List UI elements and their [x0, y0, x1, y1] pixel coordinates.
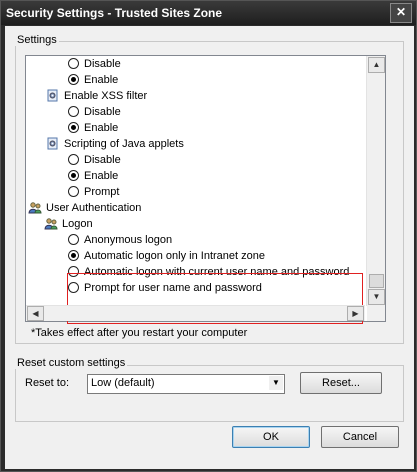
security-settings-dialog: Security Settings - Trusted Sites Zone ✕… — [0, 0, 417, 472]
option-label: Automatic logon only in Intranet zone — [84, 250, 266, 262]
scroll-thumb[interactable] — [369, 274, 384, 288]
settings-list[interactable]: Disable Enable Enable XSS filter Disable Ena… — [25, 55, 386, 324]
scroll-left-button[interactable]: ◀ — [27, 306, 44, 321]
category-label: User Authentication — [46, 202, 142, 214]
category-label: Scripting of Java applets — [64, 138, 184, 150]
reset-level-select[interactable]: Low (default) ▼ — [87, 374, 285, 394]
option-label: Enable — [84, 170, 119, 182]
chevron-down-icon[interactable]: ▼ — [269, 376, 283, 390]
option-label: Enable — [84, 74, 119, 86]
radio-unselected[interactable] — [68, 106, 79, 117]
scroll-up-button[interactable]: ▲ — [368, 57, 385, 73]
settings-category-icon — [46, 137, 60, 151]
restart-note: *Takes effect after you restart your com… — [31, 327, 248, 339]
cancel-button[interactable]: Cancel — [321, 426, 399, 448]
reset-group-label: Reset custom settings — [15, 357, 128, 369]
radio-unselected[interactable] — [68, 154, 79, 165]
radio-selected[interactable] — [68, 170, 79, 181]
option-label: Disable — [84, 106, 121, 118]
vertical-scrollbar[interactable]: ▲ ▼ — [366, 56, 385, 306]
category-label: Enable XSS filter — [64, 90, 148, 102]
option-label: Disable — [84, 154, 121, 166]
users-icon — [28, 201, 42, 215]
radio-selected[interactable] — [68, 74, 79, 85]
option-label: Enable — [84, 122, 119, 134]
category-label: Logon — [62, 218, 93, 230]
scrollbar-corner — [367, 306, 385, 321]
radio-selected[interactable] — [68, 122, 79, 133]
scroll-right-button[interactable]: ▶ — [347, 306, 364, 321]
reset-level-value: Low (default) — [91, 377, 155, 389]
radio-unselected[interactable] — [68, 186, 79, 197]
settings-tree: Disable Enable Enable XSS filter Disable Ena… — [26, 56, 365, 306]
option-label: Disable — [84, 58, 121, 70]
reset-button[interactable]: Reset... — [300, 372, 382, 394]
option-label: Prompt — [84, 186, 120, 198]
ok-button[interactable]: OK — [232, 426, 310, 448]
option-label: Anonymous logon — [84, 234, 173, 246]
radio-unselected[interactable] — [68, 234, 79, 245]
close-button[interactable]: ✕ — [390, 3, 412, 23]
title-bar: Security Settings - Trusted Sites Zone ✕ — [1, 1, 416, 25]
scroll-down-button[interactable]: ▼ — [368, 289, 385, 305]
window-title: Security Settings - Trusted Sites Zone — [6, 6, 223, 20]
dialog-body: Settings Disable Enable Enable XSS filter D… — [5, 26, 414, 469]
radio-selected[interactable] — [68, 250, 79, 261]
horizontal-scrollbar[interactable]: ◀ ▶ — [26, 305, 365, 321]
users-icon — [44, 217, 58, 231]
settings-category-icon — [46, 89, 60, 103]
radio-unselected[interactable] — [68, 58, 79, 69]
settings-group-label: Settings — [15, 34, 59, 46]
reset-to-label: Reset to: — [25, 377, 70, 389]
